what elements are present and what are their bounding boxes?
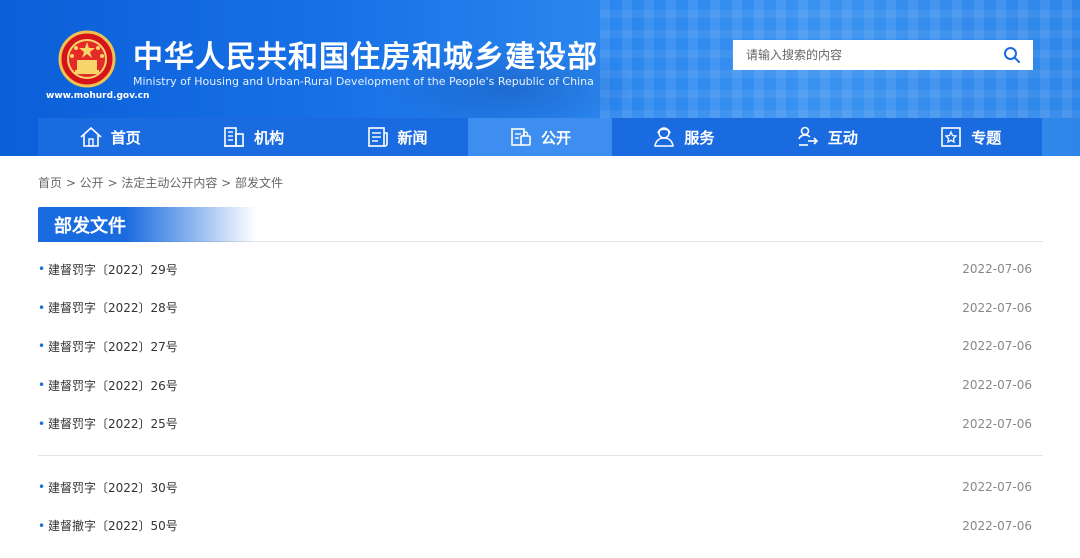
document-date: 2022-07-06 (962, 416, 1032, 431)
nav-item-home[interactable]: 首页 (38, 118, 181, 156)
main-nav: 首页 机构 新闻 公开 服务 互动 专题 (38, 118, 1042, 156)
list-item[interactable]: • 建督罚字〔2022〕28号 2022-07-06 (38, 289, 1043, 328)
nav-item-label: 机构 (254, 128, 285, 147)
bullet-icon: • (38, 416, 46, 431)
nav-item-label: 公开 (540, 128, 571, 147)
nav-item-label: 互动 (827, 128, 858, 147)
search-input[interactable] (733, 40, 993, 70)
disclosure-icon (511, 128, 531, 146)
bullet-icon: • (38, 262, 46, 277)
section-title: 部发文件 (54, 216, 126, 237)
list-item[interactable]: • 建督罚字〔2022〕25号 2022-07-06 (38, 404, 1043, 443)
list-divider (38, 454, 1043, 456)
nav-item-label: 首页 (110, 128, 141, 147)
document-title[interactable]: 建督罚字〔2022〕28号 (48, 299, 178, 316)
document-date: 2022-07-06 (962, 378, 1032, 393)
list-item[interactable]: • 建督撤字〔2022〕50号 2022-07-06 (38, 507, 1043, 546)
site-url: www.mohurd.gov.cn (46, 91, 150, 101)
document-date: 2022-07-06 (962, 339, 1032, 354)
nav-item-label: 新闻 (397, 128, 428, 147)
section-header: 部发文件 (38, 207, 1043, 242)
home-icon (80, 126, 102, 147)
search-box (733, 40, 1033, 70)
document-title[interactable]: 建督罚字〔2022〕27号 (48, 338, 178, 355)
newspaper-icon (367, 127, 388, 147)
nav-item-institutions[interactable]: 机构 (181, 118, 324, 156)
list-item[interactable]: • 建督罚字〔2022〕30号 2022-07-06 (38, 468, 1043, 507)
bullet-icon: • (38, 378, 46, 393)
bullet-icon: • (38, 518, 46, 533)
list-item[interactable]: • 建督罚字〔2022〕29号 2022-07-06 (38, 250, 1043, 289)
nav-item-services[interactable]: 服务 (612, 118, 755, 156)
document-title[interactable]: 建督撤字〔2022〕50号 (48, 517, 178, 534)
breadcrumb: 首页 > 公开 > 法定主动公开内容 > 部发文件 (38, 174, 283, 191)
bullet-icon: • (38, 480, 46, 495)
nav-item-disclosure[interactable]: 公开 (468, 118, 612, 156)
document-title[interactable]: 建督罚字〔2022〕29号 (48, 261, 178, 278)
bullet-icon: • (38, 339, 46, 354)
site-subtitle: Ministry of Housing and Urban-Rural Deve… (133, 75, 594, 88)
document-title[interactable]: 建督罚字〔2022〕26号 (48, 377, 178, 394)
list-item[interactable]: • 建督罚字〔2022〕27号 2022-07-06 (38, 327, 1043, 366)
breadcrumb-text[interactable]: 首页 > 公开 > 法定主动公开内容 > 部发文件 (38, 176, 283, 190)
document-date: 2022-07-06 (962, 300, 1032, 315)
national-emblem-icon[interactable] (58, 30, 116, 88)
search-icon[interactable] (1003, 46, 1021, 64)
interaction-icon (798, 126, 818, 146)
document-date: 2022-07-06 (962, 480, 1032, 495)
nav-item-label: 专题 (971, 128, 1002, 147)
star-box-icon (941, 127, 962, 147)
document-date: 2022-07-06 (962, 518, 1032, 533)
nav-item-news[interactable]: 新闻 (325, 118, 468, 156)
document-date: 2022-07-06 (962, 262, 1032, 277)
nav-item-topics[interactable]: 专题 (899, 118, 1042, 156)
building-icon (224, 127, 245, 147)
document-title[interactable]: 建督罚字〔2022〕30号 (48, 479, 178, 496)
nav-item-interaction[interactable]: 互动 (755, 118, 898, 156)
bullet-icon: • (38, 300, 46, 315)
document-list: • 建督罚字〔2022〕29号 2022-07-06 • 建督罚字〔2022〕2… (38, 250, 1043, 545)
service-person-icon (654, 127, 675, 147)
list-item[interactable]: • 建督罚字〔2022〕26号 2022-07-06 (38, 366, 1043, 405)
site-title[interactable]: 中华人民共和国住房和城乡建设部 (133, 32, 598, 76)
nav-item-label: 服务 (684, 128, 715, 147)
document-title[interactable]: 建督罚字〔2022〕25号 (48, 415, 178, 432)
